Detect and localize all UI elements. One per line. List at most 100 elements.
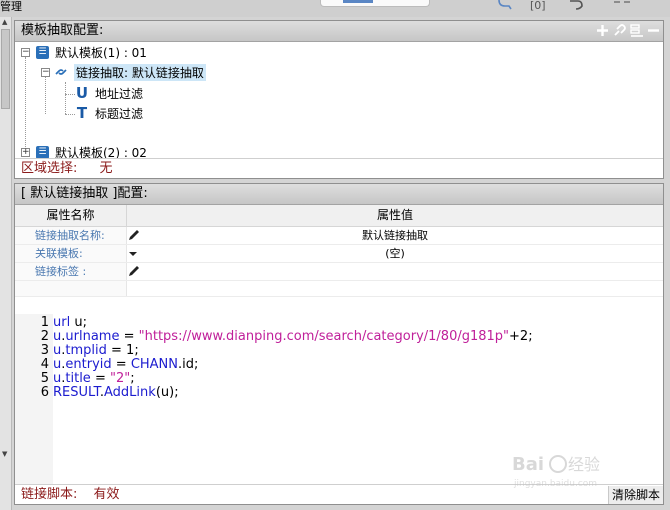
property-grid-header: 属性名称 属性值 [15,205,663,227]
code-token: = [90,371,110,386]
line-number: 5 [40,371,49,386]
link-panel-header: [ 默认链接抽取 ]配置: [15,184,663,205]
code-line[interactable]: 1 url u; [15,316,87,330]
link-icon [54,65,68,79]
add-icon[interactable] [595,23,610,38]
template-config-panel: 模板抽取配置: − ☰ 默认模板(1) : 01 − 链接抽取: 默认链接抽取 … [14,20,664,179]
collapse-template1-icon[interactable]: − [21,48,30,57]
line-number: 6 [40,385,49,400]
top-label: 管理 [0,0,22,13]
code-token: u [53,357,62,372]
property-name: 关联模板: [15,245,127,262]
more-icon[interactable] [612,0,632,12]
code-token: .id; [178,357,199,372]
add-filter-icon[interactable] [629,23,644,38]
column-header-name: 属性名称 [15,205,127,226]
redo-icon[interactable] [568,0,586,12]
svg-text:jingyan.baidu.com: jingyan.baidu.com [513,479,597,489]
property-name: 链接标签 : [15,263,127,280]
template-tree: − ☰ 默认模板(1) : 01 − 链接抽取: 默认链接抽取 U 地址过滤 T… [15,42,663,162]
property-value: (空) [385,247,405,260]
code-line[interactable]: 2 u.urlname = "https://www.dianping.com/s… [15,330,533,344]
property-value-cell[interactable] [127,263,663,280]
code-token: (u); [155,385,179,400]
script-value: 有效 [93,487,120,502]
expand-template2-icon[interactable]: + [21,148,30,157]
template-panel-title: 模板抽取配置: [21,23,104,38]
collapse-link-extract-icon[interactable]: − [41,68,50,77]
code-token: "https://www.dianping.com/search/categor… [138,329,510,344]
code-token: u; [70,315,87,330]
code-token: = 1; [106,343,139,358]
code-token: CHANN [130,357,179,372]
counter-icon[interactable]: [0] [530,0,546,11]
property-grid: 属性名称 属性值 链接抽取名称: 默认链接抽取 关联模板: (空) 链接标签 : [15,205,663,297]
code-line[interactable]: 3 u.tmplid = 1; [15,344,139,358]
tree-node-title-filter[interactable]: T 标题过滤 [75,104,143,122]
link-panel-title: [ 默认链接抽取 ]配置: [21,186,148,201]
code-token: title [65,371,91,386]
line-number: 2 [40,329,49,344]
tree-node-label: 默认模板(1) : 01 [55,45,147,60]
add-link-icon[interactable] [612,23,627,38]
code-token: ; [130,371,135,386]
template-icon: ☰ [36,45,49,59]
code-line[interactable]: 6 RESULT.AddLink(u); [15,386,179,400]
top-tab[interactable] [320,0,430,7]
code-token: urlname [65,329,120,344]
property-name: 链接抽取名称: [15,227,127,244]
line-number: 1 [40,315,49,330]
scroll-up-icon[interactable]: ▲ [2,18,7,26]
code-token: url [53,315,71,330]
top-tab-indicator [343,0,373,3]
scroll-thumb[interactable] [1,29,10,109]
region-value: 无 [99,161,113,176]
code-token: tmplid [65,343,107,358]
pencil-icon[interactable] [127,229,141,242]
line-number: 3 [40,343,49,358]
code-token: u [53,329,62,344]
dropdown-arrow-icon[interactable] [127,247,141,260]
code-token: u [53,343,62,358]
tree-node-label: 地址过滤 [95,86,144,101]
code-token: entryid [65,357,112,372]
left-scrollbar[interactable]: ▲ ▼ [0,17,12,510]
property-row-template[interactable]: 关联模板: (空) [15,245,663,263]
remove-icon[interactable] [646,23,661,38]
template-panel-header: 模板抽取配置: [15,21,663,42]
region-status: 区域选择: 无 [15,158,663,178]
svg-text:经验: 经验 [568,455,600,474]
region-label: 区域选择: [21,161,78,176]
comment-icon[interactable] [497,0,513,12]
property-value-cell[interactable]: (空) [127,245,663,262]
pencil-icon[interactable] [127,265,141,278]
code-line[interactable]: 5 u.title = "2"; [15,372,135,386]
tree-node-link-extract[interactable]: 链接抽取: 默认链接抽取 [54,63,206,81]
property-row-name[interactable]: 链接抽取名称: 默认链接抽取 [15,227,663,245]
script-label: 链接脚本: [21,487,78,502]
tree-node-label: 标题过滤 [95,106,144,121]
code-token: AddLink [104,385,156,400]
property-value: 默认链接抽取 [362,229,428,242]
u-letter-icon: U [75,84,89,102]
code-token: "2" [109,371,131,386]
svg-text:Bai: Bai [512,454,544,475]
code-token: = [119,329,139,344]
code-line[interactable]: 4 u.entryid = CHANN.id; [15,357,199,372]
top-strip: 管理 [0] [0,0,670,17]
tree-toolbar [595,23,661,38]
column-header-value: 属性值 [376,208,413,222]
t-letter-icon: T [76,104,88,122]
code-token: u [53,371,62,386]
line-number: 4 [40,357,49,372]
template-icon: ☰ [36,145,49,159]
tree-node-template-1[interactable]: ☰ 默认模板(1) : 01 [36,43,147,61]
property-value-cell[interactable]: 默认链接抽取 [127,227,663,244]
scroll-down-icon[interactable]: ▼ [2,450,7,458]
baidu-watermark-logo: Bai 经验 jingyan.baidu.com [512,450,632,490]
code-token: RESULT [53,385,100,400]
property-row-empty [15,281,663,297]
code-token: +2; [509,329,533,344]
tree-node-url-filter[interactable]: U 地址过滤 [75,84,143,102]
property-row-tag[interactable]: 链接标签 : [15,263,663,281]
